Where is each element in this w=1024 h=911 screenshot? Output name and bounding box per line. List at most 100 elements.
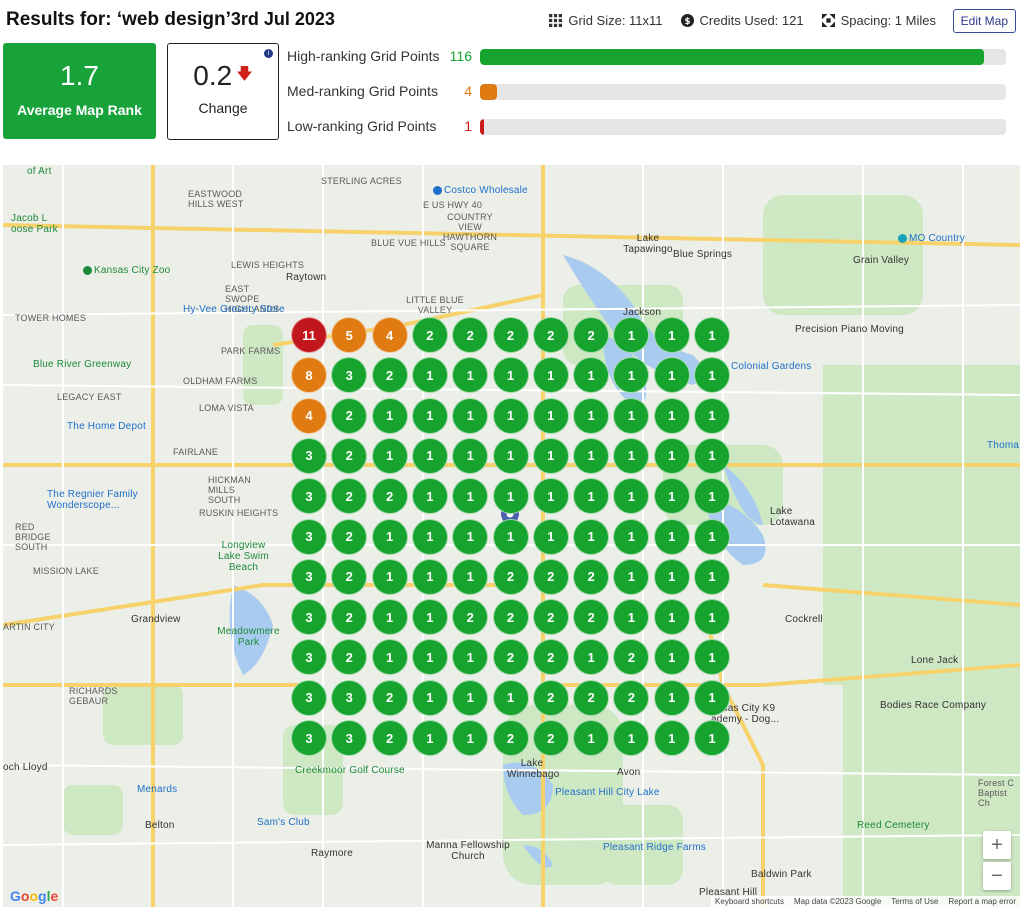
grid-point[interactable]: 1 [613, 397, 650, 434]
grid-point[interactable]: 3 [291, 437, 327, 474]
grid-point[interactable]: 1 [653, 558, 690, 595]
grid-point[interactable]: 3 [291, 518, 327, 555]
grid-point[interactable]: 1 [573, 437, 610, 474]
grid-point[interactable]: 1 [694, 397, 730, 434]
grid-point[interactable]: 1 [452, 397, 489, 434]
grid-point[interactable]: 3 [291, 478, 327, 515]
map-poi-label[interactable]: Reed Cemetery [857, 820, 930, 831]
map-poi-label[interactable]: Bodies Race Company [880, 700, 986, 711]
grid-point[interactable]: 1 [653, 679, 690, 716]
grid-point[interactable]: 2 [492, 720, 529, 756]
grid-point[interactable]: 2 [532, 599, 569, 636]
grid-point[interactable]: 2 [411, 317, 448, 353]
grid-point[interactable]: 2 [452, 317, 489, 353]
grid-point[interactable]: 1 [653, 437, 690, 474]
grid-point[interactable]: 4 [291, 397, 327, 434]
grid-point[interactable]: 2 [532, 558, 569, 595]
grid-point[interactable]: 2 [532, 679, 569, 716]
grid-point[interactable]: 1 [694, 478, 730, 515]
grid-point[interactable]: 1 [694, 317, 730, 353]
info-icon[interactable]: i [264, 49, 273, 58]
grid-point[interactable]: 3 [331, 679, 368, 716]
grid-point[interactable]: 1 [452, 518, 489, 555]
grid-point[interactable]: 1 [452, 720, 489, 756]
grid-point[interactable]: 1 [411, 558, 448, 595]
grid-point[interactable]: 1 [411, 357, 448, 394]
zoom-in-button[interactable]: + [983, 831, 1011, 859]
grid-point[interactable]: 1 [371, 397, 408, 434]
grid-point[interactable]: 1 [371, 599, 408, 636]
map-poi-label[interactable]: Precision Piano Moving [795, 324, 904, 335]
map-poi-label[interactable]: Sam's Club [257, 817, 310, 828]
grid-point[interactable]: 1 [411, 437, 448, 474]
grid-point[interactable]: 1 [532, 397, 569, 434]
grid-point[interactable]: 1 [371, 518, 408, 555]
grid-point[interactable]: 1 [613, 558, 650, 595]
map-poi-label[interactable]: Creekmoor Golf Course [295, 765, 405, 776]
grid-point[interactable]: 1 [492, 518, 529, 555]
grid-point[interactable]: 2 [573, 599, 610, 636]
map-poi-label[interactable]: Manna Fellowship Church [423, 840, 513, 862]
grid-point[interactable]: 1 [653, 478, 690, 515]
grid-point[interactable]: 1 [532, 478, 569, 515]
grid-point[interactable]: 2 [371, 679, 408, 716]
map-view[interactable]: STERLING ACRES Costco Wholesale EASTWOOD… [3, 165, 1020, 907]
grid-point[interactable]: 1 [694, 437, 730, 474]
grid-point[interactable]: 3 [291, 599, 327, 636]
grid-point[interactable]: 3 [291, 679, 327, 716]
grid-point[interactable]: 2 [331, 518, 368, 555]
grid-point[interactable]: 1 [411, 518, 448, 555]
grid-point[interactable]: 1 [452, 679, 489, 716]
grid-point[interactable]: 1 [573, 518, 610, 555]
grid-point[interactable]: 1 [532, 437, 569, 474]
grid-point[interactable]: 2 [371, 478, 408, 515]
grid-point[interactable]: 1 [371, 437, 408, 474]
map-poi-label[interactable]: Longview Lake Swim Beach [211, 540, 276, 573]
grid-point[interactable]: 1 [653, 599, 690, 636]
grid-point[interactable]: 1 [653, 720, 690, 756]
grid-point[interactable]: 1 [653, 518, 690, 555]
map-poi-label[interactable]: Kansas City Zoo [83, 265, 170, 276]
grid-point[interactable]: 1 [492, 679, 529, 716]
map-poi-label[interactable]: Pleasant Ridge Farms [603, 842, 706, 853]
grid-point[interactable]: 2 [331, 397, 368, 434]
grid-point[interactable]: 2 [532, 639, 569, 676]
grid-point[interactable]: 2 [613, 679, 650, 716]
grid-point[interactable]: 1 [694, 518, 730, 555]
grid-point[interactable]: 2 [492, 599, 529, 636]
grid-point[interactable]: 1 [653, 317, 690, 353]
grid-point[interactable]: 2 [492, 558, 529, 595]
grid-point[interactable]: 2 [371, 357, 408, 394]
grid-point[interactable]: 1 [452, 558, 489, 595]
grid-point[interactable]: 1 [653, 639, 690, 676]
grid-point[interactable]: 1 [411, 478, 448, 515]
map-poi-label[interactable]: The Regnier Family Wonderscope... [47, 489, 147, 511]
grid-point[interactable]: 1 [411, 679, 448, 716]
grid-point[interactable]: 1 [532, 357, 569, 394]
map-poi-label[interactable]: Pleasant Hill City Lake [555, 787, 660, 798]
grid-point[interactable]: 2 [532, 317, 569, 353]
grid-point[interactable]: 2 [573, 317, 610, 353]
grid-point[interactable]: 2 [331, 558, 368, 595]
grid-point[interactable]: 2 [492, 639, 529, 676]
map-poi-label[interactable]: The Home Depot [67, 421, 146, 432]
grid-point[interactable]: 1 [492, 357, 529, 394]
map-poi-label[interactable]: Blue River Greenway [33, 359, 131, 370]
map-poi-label[interactable]: MO Country [898, 233, 965, 244]
grid-point[interactable]: 1 [532, 518, 569, 555]
grid-point[interactable]: 1 [452, 437, 489, 474]
grid-point[interactable]: 2 [371, 720, 408, 756]
map-poi-label[interactable]: Costco Wholesale [433, 185, 528, 196]
grid-point[interactable]: 1 [411, 397, 448, 434]
keyboard-shortcuts-link[interactable]: Keyboard shortcuts [715, 897, 784, 906]
grid-point[interactable]: 1 [573, 397, 610, 434]
zoom-out-button[interactable]: − [983, 862, 1011, 890]
grid-point[interactable]: 2 [573, 679, 610, 716]
grid-point[interactable]: 1 [694, 679, 730, 716]
map-poi-label[interactable]: Jacob L oose Park [11, 213, 61, 235]
grid-point[interactable]: 1 [653, 357, 690, 394]
grid-point[interactable]: 11 [291, 317, 327, 353]
grid-point[interactable]: 1 [694, 720, 730, 756]
map-poi-label[interactable]: Meadowmere Park [211, 626, 286, 648]
grid-point[interactable]: 1 [694, 558, 730, 595]
